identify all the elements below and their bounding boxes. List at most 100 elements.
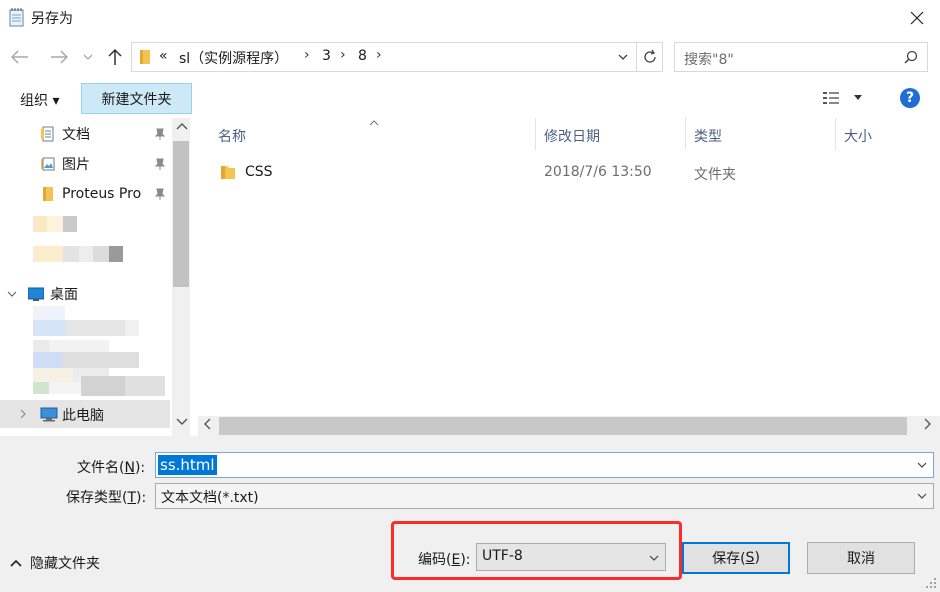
filetype-select[interactable]: 文本文档(*.txt) [155, 483, 934, 509]
command-bar: 组织 ▾ 新建文件夹 ? [0, 80, 940, 118]
folder-icon [43, 187, 53, 201]
blurred-item [109, 246, 123, 262]
filetype-label: 保存类型(T): [66, 490, 147, 506]
close-button[interactable] [894, 0, 940, 36]
column-divider[interactable] [835, 118, 836, 150]
search-input[interactable]: 搜索"8" [684, 49, 734, 69]
blurred-item [63, 352, 139, 368]
blurred-item [65, 320, 125, 336]
sidebar-item-label: Proteus Pro [62, 186, 142, 202]
blurred-item [33, 352, 63, 368]
encoding-select[interactable]: UTF-8 [476, 543, 666, 571]
arrow-left-icon [11, 50, 28, 64]
column-divider[interactable] [535, 118, 536, 150]
refresh-icon [643, 50, 656, 63]
blurred-item [49, 382, 81, 394]
chevron-up-icon [10, 559, 22, 567]
folder-icon [140, 50, 150, 64]
organize-menu[interactable]: 组织 ▾ [20, 90, 59, 110]
chevron-right-icon[interactable] [924, 418, 932, 430]
file-list: 名称 修改日期 类型 大小 CSS 2018/7/6 13:50 文件夹 [192, 118, 940, 436]
address-overflow[interactable]: « [159, 48, 168, 64]
blurred-item [47, 216, 63, 232]
sort-ascending-icon [369, 120, 379, 126]
pin-icon[interactable] [154, 188, 166, 200]
address-bar[interactable]: « sl（实例源程序） › 3 › 8 › [131, 42, 663, 72]
sidebar-item-label: 桌面 [50, 287, 78, 303]
chevron-right-icon [20, 409, 26, 419]
blurred-item [33, 306, 65, 320]
sidebar-item-desktop[interactable]: 桌面 [28, 283, 78, 305]
cancel-button[interactable]: 取消 [807, 542, 915, 574]
title-bar: 另存为 [0, 0, 940, 36]
sidebar-scroll-thumb[interactable] [173, 141, 189, 287]
back-button[interactable] [8, 45, 32, 69]
desktop-icon [28, 287, 44, 301]
sidebar-item-documents[interactable]: 文档 [40, 123, 90, 145]
chevron-down-icon [83, 54, 93, 60]
file-modified: 2018/7/6 13:50 [544, 164, 652, 180]
picture-icon [41, 157, 55, 171]
help-icon[interactable]: ? [900, 88, 920, 108]
blurred-item [63, 216, 77, 232]
file-list-scroll-thumb[interactable] [219, 417, 907, 435]
blurred-item [33, 382, 49, 394]
hide-folders-toggle[interactable]: 隐藏文件夹 [10, 553, 100, 573]
chevron-right-icon[interactable]: › [376, 47, 382, 63]
blurred-item [33, 216, 47, 232]
encoding-value: UTF-8 [482, 548, 523, 564]
filename-value: ss.html [158, 455, 217, 475]
new-folder-button[interactable]: 新建文件夹 [81, 83, 192, 114]
search-icon [904, 50, 918, 64]
chevron-right-icon[interactable]: › [340, 47, 346, 63]
blurred-item [33, 246, 63, 262]
arrow-up-icon [108, 48, 122, 65]
column-header-name[interactable]: 名称 [218, 126, 246, 146]
chevron-down-icon [854, 95, 862, 100]
recent-locations-button[interactable] [80, 45, 96, 69]
refresh-button[interactable] [636, 43, 662, 71]
chevron-left-icon[interactable] [203, 418, 211, 430]
address-segment-8[interactable]: 8 [358, 48, 367, 64]
notepad-icon [9, 8, 24, 27]
up-button[interactable] [103, 45, 127, 69]
chevron-down-icon[interactable] [7, 290, 17, 298]
blurred-item [81, 376, 125, 396]
sidebar-item-label: 图片 [62, 157, 90, 173]
blurred-item [93, 246, 109, 262]
search-box[interactable]: 搜索"8" [674, 42, 928, 72]
hide-folders-label: 隐藏文件夹 [30, 556, 100, 572]
navigation-pane: 文档 图片 Proteus Pro 桌面 [0, 118, 192, 436]
chevron-down-icon[interactable] [176, 418, 188, 426]
sidebar-item-proteus[interactable]: Proteus Pro [40, 183, 141, 205]
address-segment-3[interactable]: 3 [322, 48, 331, 64]
close-icon [910, 11, 924, 25]
folder-icon [221, 166, 235, 179]
chevron-right-icon[interactable]: › [304, 47, 310, 63]
chevron-down-icon[interactable] [917, 460, 927, 470]
blurred-item [125, 376, 165, 396]
save-button[interactable]: 保存(S) [682, 542, 790, 574]
chevron-down-icon [618, 54, 628, 60]
chevron-up-icon[interactable] [176, 122, 188, 130]
resize-grip-icon[interactable] [925, 577, 937, 589]
computer-icon [40, 407, 58, 422]
column-header-type[interactable]: 类型 [694, 126, 722, 146]
pin-icon[interactable] [154, 158, 166, 170]
window-title: 另存为 [31, 11, 73, 27]
column-header-modified[interactable]: 修改日期 [544, 126, 600, 146]
change-view-button[interactable] [822, 90, 866, 108]
refresh-button[interactable] [610, 43, 636, 71]
column-header-size[interactable]: 大小 [844, 126, 872, 146]
sidebar-item-this-pc[interactable]: 此电脑 [0, 400, 170, 428]
forward-button[interactable] [47, 45, 71, 69]
filetype-value: 文本文档(*.txt) [161, 490, 259, 506]
sidebar-item-label: 此电脑 [62, 408, 104, 424]
address-segment-sl[interactable]: sl（实例源程序） [179, 48, 288, 68]
column-divider[interactable] [685, 118, 686, 150]
details-view-icon [823, 92, 839, 104]
sidebar-item-pictures[interactable]: 图片 [40, 153, 90, 175]
filename-input[interactable]: ss.html [155, 452, 934, 478]
document-icon [41, 126, 54, 142]
pin-icon[interactable] [154, 128, 166, 140]
